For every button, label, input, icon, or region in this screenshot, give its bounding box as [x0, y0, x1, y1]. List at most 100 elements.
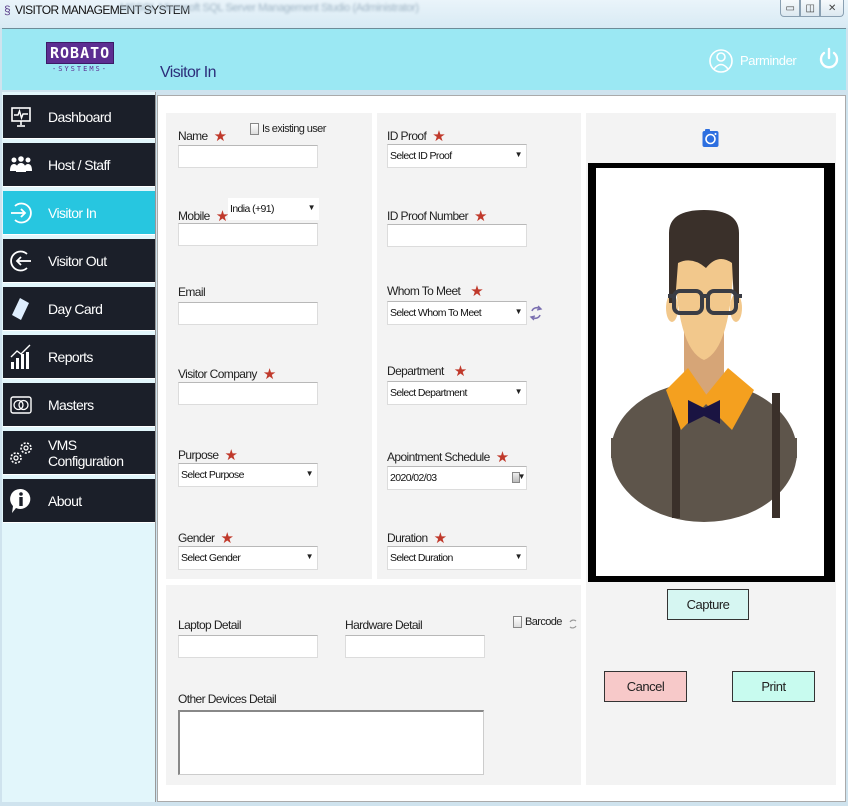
photo-frame: [588, 163, 835, 582]
sign-in-icon: [6, 198, 36, 228]
id-proof-number-label: ID Proof Number★: [387, 206, 487, 224]
page-title: Visitor In: [160, 64, 216, 82]
other-devices-label: Other Devices Detail: [178, 692, 276, 706]
mobile-input[interactable]: [178, 223, 318, 246]
info-icon: [6, 486, 36, 516]
barcode-refresh-icon[interactable]: [568, 617, 578, 631]
visitor-company-label: Visitor Company★: [178, 364, 276, 382]
sidebar-item-masters[interactable]: Masters: [3, 383, 155, 427]
sidebar-item-label: VMS Configuration: [48, 437, 155, 469]
print-button[interactable]: Print: [732, 671, 815, 702]
chevron-down-icon: ▼: [306, 469, 313, 478]
users-group-icon: [6, 150, 36, 180]
duration-label: Duration★: [387, 528, 446, 546]
chevron-down-icon: ▼: [306, 552, 313, 561]
required-icon: ★: [214, 128, 227, 145]
sidebar-item-day-card[interactable]: Day Card: [3, 287, 155, 331]
existing-user-checkbox[interactable]: Is existing user: [250, 123, 326, 135]
checkbox-icon[interactable]: [513, 616, 522, 628]
visitor-details-panel: [166, 113, 372, 579]
checkbox-icon[interactable]: [250, 123, 259, 135]
visit-details-panel: [377, 113, 581, 579]
country-code-select[interactable]: India (+91)▼: [228, 198, 319, 220]
user-icon[interactable]: [709, 47, 733, 75]
sidebar-item-vms-configuration[interactable]: VMS Configuration: [3, 431, 155, 475]
whom-to-meet-select[interactable]: Select Whom To Meet▼: [387, 301, 527, 325]
email-input[interactable]: [178, 302, 318, 325]
laptop-detail-input[interactable]: [178, 635, 318, 658]
required-icon: ★: [434, 530, 447, 547]
gender-label: Gender★: [178, 528, 233, 546]
sidebar-item-about[interactable]: About: [3, 479, 155, 523]
robato-logo: ROBATO -SYSTEMS-: [46, 42, 114, 82]
sidebar-item-label: Day Card: [48, 301, 102, 317]
cancel-button[interactable]: Cancel: [604, 671, 687, 702]
sidebar-item-label: Host / Staff: [48, 157, 110, 173]
sign-out-icon: [6, 246, 36, 276]
background-window-text: MSSQL Microsoft SQL Server Management St…: [120, 2, 419, 14]
appointment-date-picker[interactable]: 2020/02/03 ▼: [387, 466, 527, 490]
sidebar: Dashboard Host / Staff Visitor In Visito…: [2, 92, 156, 802]
sidebar-item-label: Masters: [48, 397, 94, 413]
sidebar-item-reports[interactable]: Reports: [3, 335, 155, 379]
card-icon: [6, 390, 36, 420]
minimize-button[interactable]: ▭: [780, 0, 800, 17]
chevron-down-icon: ▼: [518, 472, 525, 481]
visitor-company-input[interactable]: [178, 382, 318, 405]
laptop-detail-label: Laptop Detail: [178, 618, 241, 632]
duration-select[interactable]: Select Duration▼: [387, 546, 527, 570]
refresh-icon[interactable]: [529, 304, 543, 322]
camera-icon[interactable]: [702, 128, 719, 148]
email-label: Email: [178, 285, 205, 299]
chevron-down-icon: ▼: [515, 387, 522, 396]
app-icon: §: [4, 3, 14, 17]
purpose-label: Purpose★: [178, 445, 237, 463]
sidebar-item-host-staff[interactable]: Host / Staff: [3, 143, 155, 187]
sidebar-item-label: Visitor Out: [48, 253, 107, 269]
required-icon: ★: [496, 449, 509, 466]
purpose-select[interactable]: Select Purpose▼: [178, 463, 318, 487]
department-select[interactable]: Select Department▼: [387, 381, 527, 405]
user-name[interactable]: Parminder: [740, 53, 796, 68]
required-icon: ★: [225, 447, 238, 464]
visitor-in-form: Name★ Is existing user Mobile★ India (+9…: [157, 95, 846, 802]
close-button[interactable]: ✕: [820, 0, 844, 17]
appointment-schedule-label: Apointment Schedule★: [387, 447, 509, 465]
visitor-avatar-image: [596, 168, 824, 576]
sidebar-item-label: Visitor In: [48, 205, 96, 221]
id-proof-number-input[interactable]: [387, 224, 527, 247]
other-devices-textarea[interactable]: [178, 710, 484, 775]
logo-sub: -SYSTEMS-: [46, 65, 114, 73]
power-icon[interactable]: [818, 47, 840, 71]
id-proof-select[interactable]: Select ID Proof▼: [387, 144, 527, 168]
id-proof-label: ID Proof★: [387, 126, 445, 144]
sidebar-item-label: Reports: [48, 349, 93, 365]
window-titlebar: § VISITOR MANAGEMENT SYSTEM MSSQL Micros…: [0, 0, 848, 28]
sidebar-item-dashboard[interactable]: Dashboard: [3, 95, 155, 139]
chevron-down-icon: ▼: [515, 150, 522, 159]
sidebar-item-label: About: [48, 493, 82, 509]
bar-chart-icon: [6, 342, 36, 372]
barcode-checkbox[interactable]: Barcode: [513, 616, 562, 628]
sidebar-item-visitor-in[interactable]: Visitor In: [3, 191, 155, 235]
capture-button[interactable]: Capture: [667, 589, 749, 620]
whom-to-meet-label: Whom To Meet★: [387, 281, 483, 299]
required-icon: ★: [432, 128, 445, 145]
hardware-detail-label: Hardware Detail: [345, 618, 422, 632]
department-label: Department★: [387, 361, 467, 379]
required-icon: ★: [470, 283, 483, 300]
restore-button[interactable]: ◫: [800, 0, 820, 17]
chevron-down-icon: ▼: [515, 552, 522, 561]
mobile-label: Mobile★: [178, 206, 229, 224]
gender-select[interactable]: Select Gender▼: [178, 546, 318, 570]
sidebar-item-visitor-out[interactable]: Visitor Out: [3, 239, 155, 283]
monitor-pulse-icon: [6, 102, 36, 132]
hardware-detail-input[interactable]: [345, 635, 485, 658]
app-header: ROBATO -SYSTEMS- Visitor In Parminder: [2, 28, 846, 90]
required-icon: ★: [263, 366, 276, 383]
logo-main: ROBATO: [46, 42, 114, 64]
name-label: Name★: [178, 126, 226, 144]
name-input[interactable]: [178, 145, 318, 168]
gears-icon: [6, 438, 36, 468]
required-icon: ★: [220, 530, 233, 547]
